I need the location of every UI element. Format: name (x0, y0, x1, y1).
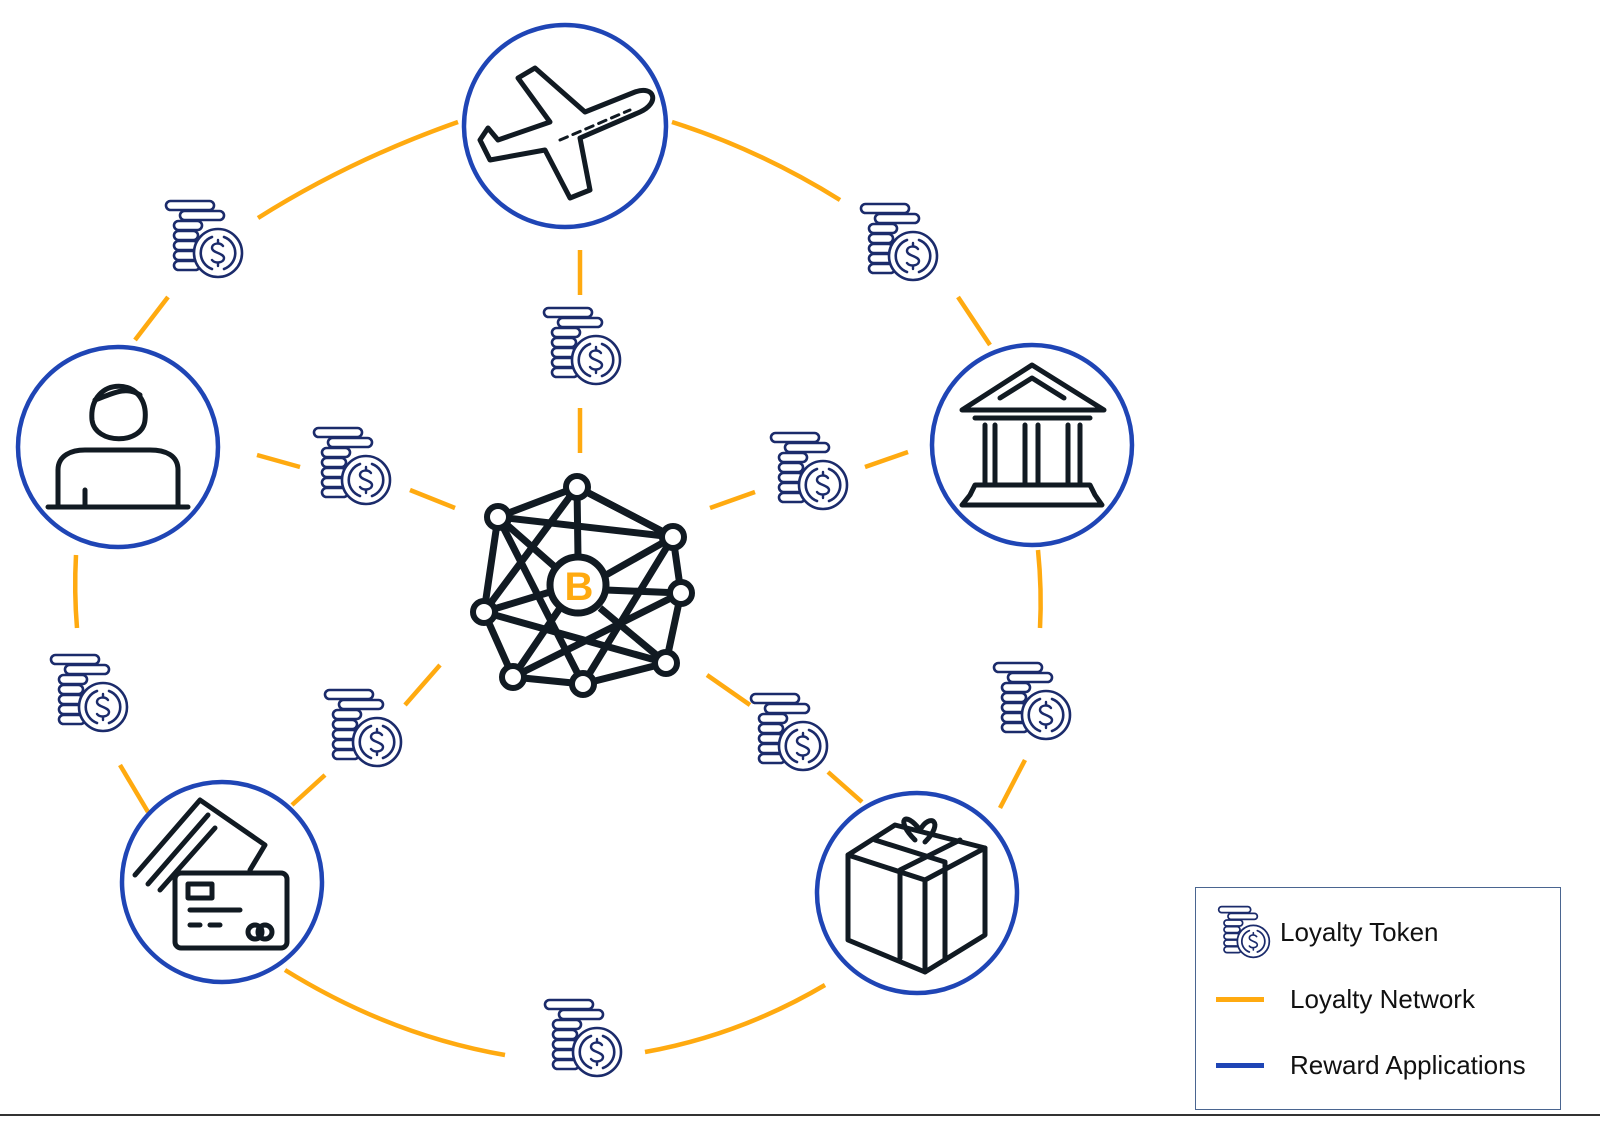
network-link (1035, 549, 1043, 629)
network-link (118, 763, 150, 814)
bank-app-circle (929, 342, 1135, 548)
network-link (709, 489, 756, 511)
blockchain-network-icon: B (470, 473, 695, 698)
network-link (956, 295, 992, 347)
network-link (864, 449, 909, 470)
coin-stack-icon (859, 202, 939, 282)
legend-item-reward-applications: Reward Applications (1216, 1050, 1526, 1081)
orange-line-swatch (1216, 997, 1264, 1002)
network-link (671, 119, 842, 202)
network-link (290, 773, 327, 807)
network-link (256, 119, 459, 220)
coin-stack-icon (749, 692, 829, 772)
coin-stack-icon (323, 688, 403, 768)
network-link (256, 452, 301, 470)
coin-stack-icon (769, 431, 849, 511)
legend-label: Loyalty Network (1290, 984, 1475, 1014)
bottom-divider (0, 1114, 1600, 1116)
network-link (998, 758, 1027, 810)
coin-stack-icon (312, 426, 392, 506)
legend-label: Loyalty Token (1280, 916, 1439, 947)
network-link (403, 663, 442, 707)
network-link (283, 968, 506, 1058)
coin-stack-icon (542, 306, 622, 386)
airline-app-circle (461, 22, 669, 230)
blue-line-swatch (1216, 1063, 1264, 1068)
coin-stack-icon (1217, 905, 1271, 959)
coin-stack-icon (543, 998, 623, 1078)
network-link (705, 673, 752, 707)
legend-item-loyalty-network: Loyalty Network (1216, 984, 1475, 1015)
coin-stack-icon (164, 199, 244, 279)
legend: Loyalty Token Loyalty Network Reward App… (1195, 887, 1561, 1110)
consumer-app-circle (15, 344, 221, 550)
bitcoin-symbol: B (565, 565, 594, 609)
coin-stack-icon (49, 653, 129, 733)
legend-item-loyalty-token: Loyalty Token (1216, 904, 1439, 960)
coin-stack-icon (992, 661, 1072, 741)
network-link (644, 983, 827, 1055)
network-link (133, 295, 170, 342)
network-link (409, 487, 456, 511)
network-link (826, 770, 864, 804)
legend-label: Reward Applications (1290, 1050, 1526, 1080)
network-link (72, 554, 80, 629)
